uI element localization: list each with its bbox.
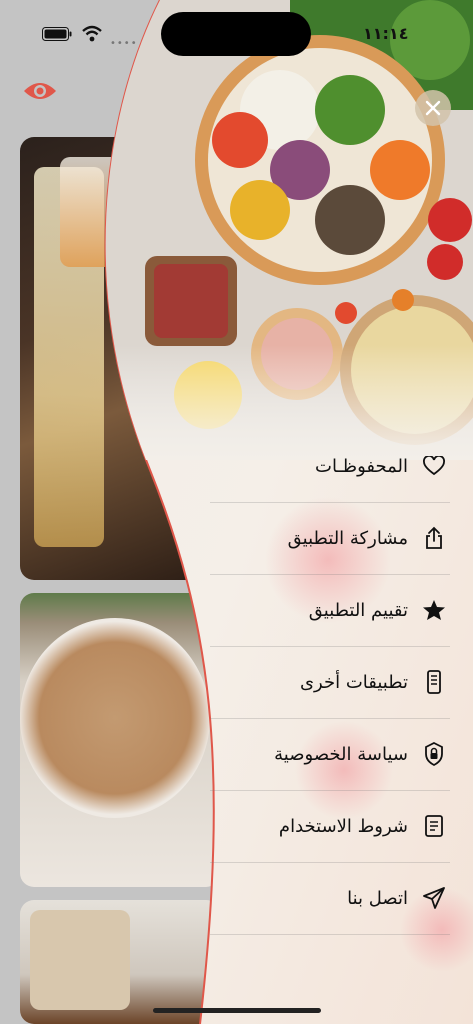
send-icon — [422, 886, 446, 910]
home-indicator — [153, 1008, 321, 1013]
signal-icon: •••• — [110, 38, 138, 49]
menu-item-share-app[interactable]: مشاركة التطبيق — [210, 502, 450, 575]
battery-icon — [42, 27, 72, 41]
menu-item-label: تقييم التطبيق — [308, 599, 408, 621]
status-bar: •••• ١١:١٤ — [0, 0, 473, 70]
menu-item-label: تطبيقات أخرى — [299, 671, 408, 693]
menu-item-label: شروط الاستخدام — [278, 815, 408, 837]
menu-item-label: اتصل بنا — [347, 887, 408, 909]
menu-item-label: سياسة الخصوصية — [274, 743, 408, 765]
document-icon — [422, 814, 446, 838]
heart-icon — [422, 454, 446, 478]
dynamic-island — [161, 12, 311, 56]
close-drawer-button[interactable] — [415, 90, 451, 126]
menu-item-contact-us[interactable]: اتصل بنا — [210, 862, 450, 935]
menu-item-privacy-policy[interactable]: سياسة الخصوصية — [210, 718, 450, 791]
menu-item-rate-app[interactable]: تقييم التطبيق — [210, 574, 450, 647]
close-icon — [425, 100, 441, 116]
menu-item-terms[interactable]: شروط الاستخدام — [210, 790, 450, 863]
menu-item-saved[interactable]: المحفوظـات — [210, 430, 450, 503]
menu-item-label: مشاركة التطبيق — [287, 527, 408, 549]
wifi-icon — [82, 25, 102, 42]
status-time: ١١:١٤ — [363, 24, 409, 43]
share-icon — [422, 526, 446, 550]
phone-icon — [422, 670, 446, 694]
star-icon — [422, 598, 446, 622]
menu-item-label: المحفوظـات — [315, 455, 408, 477]
menu-item-other-apps[interactable]: تطبيقات أخرى — [210, 646, 450, 719]
lock-icon — [422, 742, 446, 766]
